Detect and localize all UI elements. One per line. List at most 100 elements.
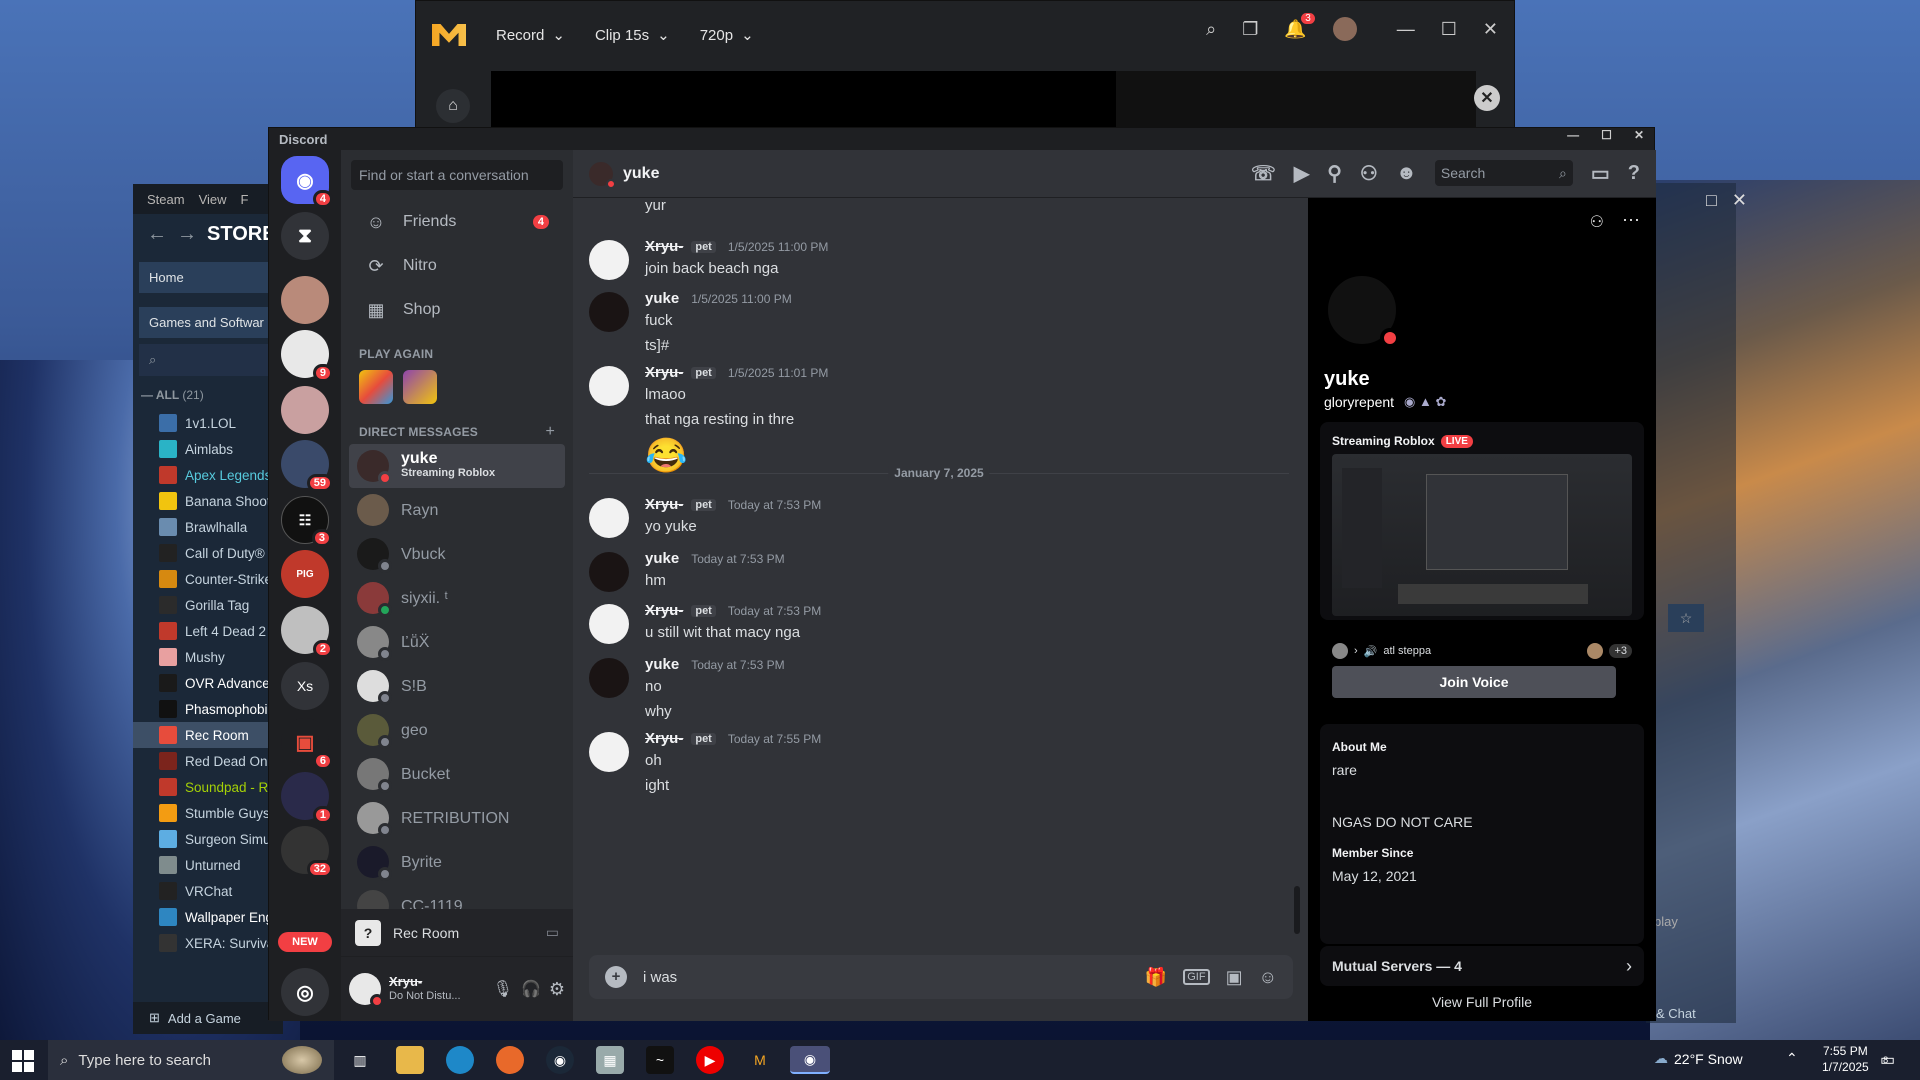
gift-icon[interactable]: 🎁 xyxy=(1145,967,1167,988)
add-friend-icon[interactable]: ⚇ xyxy=(1590,212,1604,232)
close-icon[interactable]: ✕ xyxy=(1634,128,1644,142)
steam-game-item[interactable]: Call of Duty® xyxy=(133,540,283,566)
forward-arrow-icon[interactable]: → xyxy=(177,223,197,246)
discord-home-button[interactable]: ◉ 4 xyxy=(281,156,333,208)
microphone-icon[interactable]: 🎙 xyxy=(493,979,513,999)
close-icon[interactable]: ✕ xyxy=(1474,85,1500,111)
add-friend-icon[interactable]: ⚇ xyxy=(1360,161,1378,186)
store-tab[interactable]: STORE xyxy=(207,223,276,246)
dm-item[interactable]: RETRIBUTION xyxy=(349,796,565,840)
avatar[interactable] xyxy=(589,552,629,592)
chevron-up-icon[interactable]: ⌃ xyxy=(1786,1050,1798,1067)
home-button[interactable]: Home xyxy=(139,262,277,293)
server-icon-9[interactable]: 1 xyxy=(281,772,333,824)
medal-quality-menu[interactable]: 720p ⌄ xyxy=(700,26,754,45)
steam-game-item[interactable]: Phasmophobi xyxy=(133,696,283,722)
steam-menu[interactable]: Steam xyxy=(147,192,185,207)
steam-game-item[interactable]: XERA: Surviva xyxy=(133,930,283,956)
discord-taskbar-icon[interactable]: ◉ xyxy=(790,1046,830,1074)
steam-game-item[interactable]: Rec Room xyxy=(133,722,283,748)
find-conversation-input[interactable]: Find or start a conversation xyxy=(351,160,563,190)
message-composer[interactable]: + i was 🎁 GIF ▣ ☺ xyxy=(589,955,1293,999)
inbox-icon[interactable]: ▭ xyxy=(1591,161,1610,186)
minimize-icon[interactable]: — xyxy=(1397,19,1415,40)
steam-game-item[interactable]: Brawlhalla xyxy=(133,514,283,540)
new-badge[interactable]: NEW xyxy=(278,932,332,952)
home-icon[interactable]: ⌂ xyxy=(436,89,470,123)
terminal-icon[interactable]: ~ xyxy=(646,1046,674,1074)
dm-avatar-1[interactable] xyxy=(281,276,329,324)
server-icon-7[interactable]: 2 xyxy=(281,606,333,658)
message-author[interactable]: Xryu- xyxy=(645,496,683,513)
view-full-profile-link[interactable]: View Full Profile xyxy=(1308,994,1656,1010)
steam-game-item[interactable]: Left 4 Dead 2 xyxy=(133,618,283,644)
steam-game-item[interactable]: OVR Advance xyxy=(133,670,283,696)
medal-clip-menu[interactable]: Clip 15s ⌄ xyxy=(595,26,670,45)
friends-menu[interactable]: F xyxy=(241,192,249,207)
avatar[interactable] xyxy=(1332,17,1357,41)
steam-game-item[interactable]: Aimlabs xyxy=(133,436,283,462)
youtube-icon[interactable]: ▶ xyxy=(696,1046,724,1074)
dm-item[interactable]: Rayn xyxy=(349,488,565,532)
headphones-icon[interactable]: 🎧 xyxy=(521,979,541,999)
search-icon[interactable]: ⌕ xyxy=(1206,19,1216,40)
library-search-input[interactable]: ⌕ xyxy=(139,344,277,376)
stream-preview[interactable] xyxy=(1332,454,1632,616)
medal-icon[interactable]: M xyxy=(746,1046,774,1074)
message-author[interactable]: yuke xyxy=(645,656,679,673)
call-icon[interactable]: ☏ xyxy=(1251,161,1276,186)
back-arrow-icon[interactable]: ← xyxy=(147,223,167,246)
close-icon[interactable]: ✕ xyxy=(1483,19,1498,40)
avatar[interactable] xyxy=(589,658,629,698)
steam-game-item[interactable]: Stumble Guys xyxy=(133,800,283,826)
message-author[interactable]: Xryu- xyxy=(645,238,683,255)
medal-logo-icon[interactable] xyxy=(432,24,466,46)
game-icon-2[interactable] xyxy=(403,370,437,404)
add-game-button[interactable]: ⊞ Add a Game xyxy=(133,1002,283,1034)
help-icon[interactable]: ? xyxy=(1628,162,1640,185)
hourglass-icon[interactable]: ⧗ xyxy=(281,212,329,260)
steam-game-item[interactable]: Banana Shoot xyxy=(133,488,283,514)
pin-icon[interactable]: ⚲ xyxy=(1327,161,1342,186)
dm-item[interactable]: Bucket xyxy=(349,752,565,796)
server-icon-xs[interactable]: Xs xyxy=(281,662,329,710)
avatar[interactable] xyxy=(589,498,629,538)
mutual-servers-row[interactable]: Mutual Servers — 4 › xyxy=(1320,946,1644,986)
message-author[interactable]: yuke xyxy=(645,290,679,307)
scrollbar[interactable] xyxy=(1294,886,1300,934)
weather-widget[interactable]: ☁ 22°F Snow xyxy=(1654,1050,1743,1067)
video-icon[interactable]: ▶ xyxy=(1294,161,1309,186)
steam-right-close-icon[interactable]: □ ✕ xyxy=(1706,190,1747,211)
dm-item[interactable]: siyxii. ᵗ xyxy=(349,576,565,620)
clock[interactable]: 7:55 PM 1/7/2025 xyxy=(1822,1043,1869,1075)
dm-avatar-2[interactable]: 9 xyxy=(281,330,333,382)
discover-icon[interactable]: ◎ xyxy=(281,968,329,1016)
steam-game-item[interactable]: Apex Legends xyxy=(133,462,283,488)
minimize-icon[interactable]: — xyxy=(1567,128,1579,142)
app-icon[interactable]: ▦ xyxy=(596,1046,624,1074)
medal-record-menu[interactable]: Record ⌄ xyxy=(496,26,565,45)
steam-game-item[interactable]: VRChat xyxy=(133,878,283,904)
taskbar-search[interactable]: ⌕ Type here to search xyxy=(48,1040,334,1080)
message-author[interactable]: Xryu- xyxy=(645,364,683,381)
maximize-icon[interactable]: ☐ xyxy=(1601,128,1612,142)
firefox-icon[interactable] xyxy=(496,1046,524,1074)
dm-item[interactable]: Vbuck xyxy=(349,532,565,576)
user-profile-icon[interactable]: ☻ xyxy=(1396,162,1417,185)
start-button[interactable] xyxy=(12,1050,34,1072)
gear-icon[interactable]: ⚙ xyxy=(549,979,565,1000)
nav-shop[interactable]: ▦ Shop xyxy=(349,288,565,332)
join-voice-button[interactable]: Join Voice xyxy=(1332,666,1616,698)
sticker-icon[interactable]: ▣ xyxy=(1226,967,1243,988)
steam-game-item[interactable]: Mushy xyxy=(133,644,283,670)
games-software-filter[interactable]: Games and Softwar xyxy=(139,307,277,338)
view-menu[interactable]: View xyxy=(199,192,227,207)
server-icon-recroom[interactable]: ▣ 6 xyxy=(281,718,333,770)
now-playing[interactable]: ? Rec Room ▭ xyxy=(341,909,573,957)
emoji-icon[interactable]: ☺ xyxy=(1259,967,1277,988)
game-icon-1[interactable] xyxy=(359,370,393,404)
server-icon-3[interactable] xyxy=(281,386,329,434)
server-icon-4[interactable]: 59 xyxy=(281,440,333,492)
add-attachment-icon[interactable]: + xyxy=(605,966,627,988)
message-author[interactable]: Xryu- xyxy=(645,602,683,619)
